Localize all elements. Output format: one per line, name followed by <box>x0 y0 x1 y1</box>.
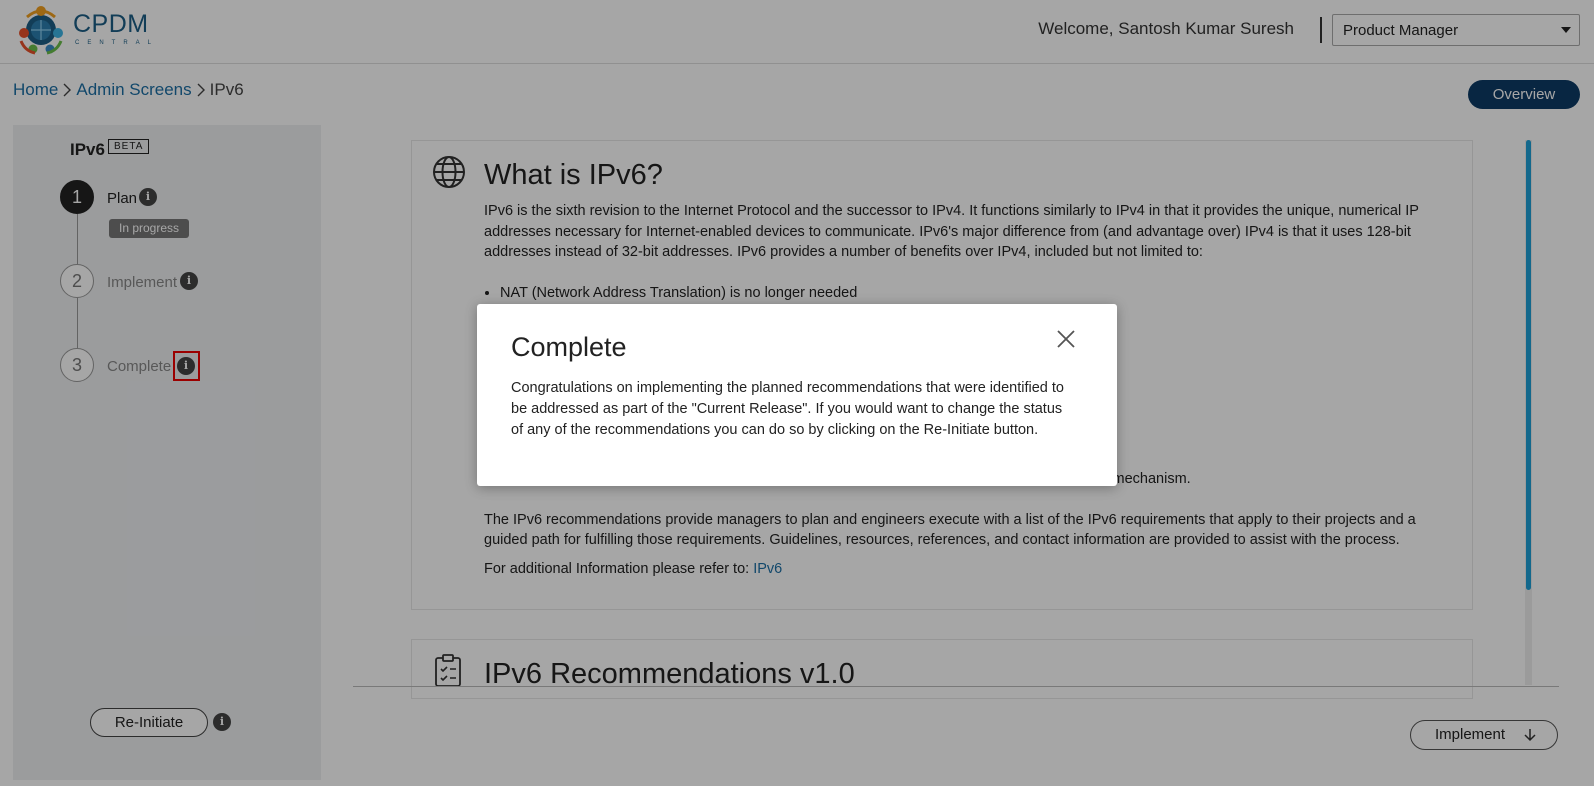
modal-body: Congratulations on implementing the plan… <box>511 380 1064 438</box>
modal-title: Complete <box>511 332 627 362</box>
complete-modal: Complete Congratulations on implementing… <box>477 304 1117 486</box>
close-icon[interactable] <box>1055 328 1077 350</box>
